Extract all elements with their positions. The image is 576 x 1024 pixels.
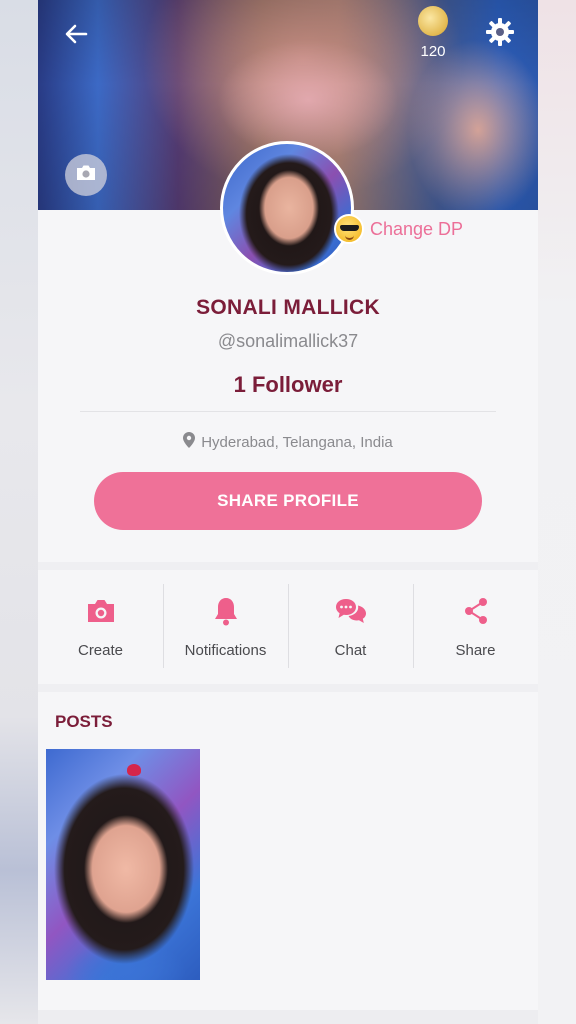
- posts-title: POSTS: [55, 712, 113, 731]
- blurred-backdrop-right: [538, 0, 576, 1024]
- action-bar: Create Notifications Chat Share: [38, 562, 538, 680]
- share-profile-button[interactable]: SHARE PROFILE: [94, 472, 482, 530]
- location-pin-icon: [183, 432, 201, 452]
- gear-icon[interactable]: [485, 17, 515, 47]
- bell-icon: [209, 594, 243, 628]
- share-icon: [459, 594, 493, 628]
- post-decoration: [127, 764, 141, 776]
- sunglasses-emoji-icon: [334, 214, 364, 244]
- action-chat[interactable]: Chat: [288, 570, 413, 680]
- divider: [80, 411, 496, 412]
- profile-handle: @sonalimallick37: [217, 331, 359, 351]
- camera-icon: [75, 164, 97, 187]
- posts-section: POSTS: [38, 684, 538, 1024]
- back-arrow-icon[interactable]: [60, 18, 92, 50]
- cover-camera-button[interactable]: [65, 154, 107, 196]
- location-text: Hyderabad, Telangana, India: [201, 433, 393, 451]
- action-notifications[interactable]: Notifications: [163, 570, 288, 680]
- action-create[interactable]: Create: [38, 570, 163, 680]
- chat-icon: [334, 594, 368, 628]
- change-dp-label: Change DP: [370, 218, 464, 239]
- profile-avatar[interactable]: [220, 141, 354, 275]
- action-label: Create: [77, 642, 124, 659]
- location: Hyderabad, Telangana, India: [38, 432, 538, 452]
- action-label: Notifications: [184, 642, 267, 659]
- post-thumbnail[interactable]: [46, 749, 200, 980]
- blurred-backdrop-left: [0, 0, 38, 1024]
- profile-screen: 120 Change DP SONALI MALLICK @sonalimall…: [38, 0, 538, 1024]
- change-dp-button[interactable]: Change DP: [334, 214, 463, 244]
- profile-name: SONALI MALLICK: [196, 296, 380, 319]
- action-label: Chat: [334, 642, 367, 659]
- camera-icon: [84, 594, 118, 628]
- followers-count[interactable]: 1 Follower: [38, 372, 538, 398]
- coin-count: 120: [420, 43, 446, 60]
- action-label: Share: [455, 642, 496, 659]
- system-nav-bar: [38, 1010, 538, 1024]
- coin-icon[interactable]: [418, 6, 448, 36]
- action-share[interactable]: Share: [413, 570, 538, 680]
